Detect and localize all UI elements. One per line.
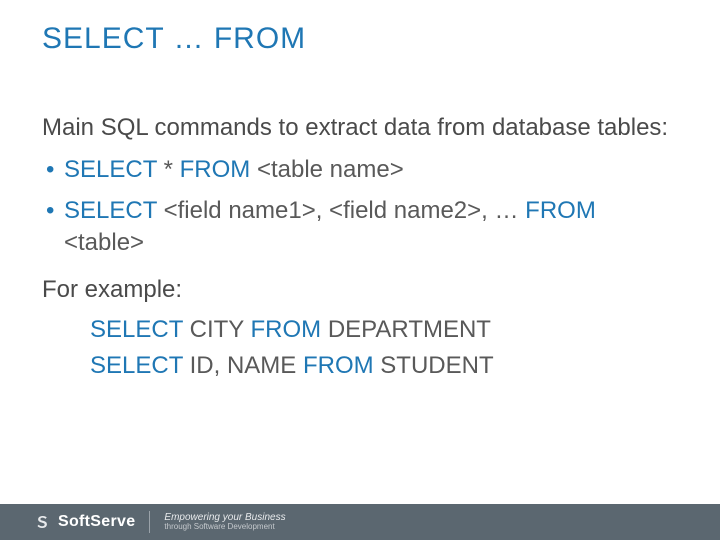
- bullet-list: SELECT * FROM <table name> SELECT <field…: [42, 154, 678, 259]
- lead-text: Main SQL commands to extract data from d…: [42, 112, 678, 144]
- footer-bar: SoftServe Empowering your Business throu…: [0, 504, 720, 540]
- text-segment: CITY: [190, 316, 251, 343]
- footer-tagline-line2: through Software Development: [164, 523, 285, 532]
- softserve-logo-icon: [34, 513, 52, 531]
- keyword-from: FROM: [303, 352, 380, 379]
- slide-title: SELECT … FROM: [42, 22, 306, 56]
- list-item: SELECT * FROM <table name>: [42, 154, 678, 186]
- example-line: SELECT CITY FROM DEPARTMENT: [90, 314, 678, 346]
- examples-block: SELECT CITY FROM DEPARTMENT SELECT ID, N…: [42, 314, 678, 383]
- keyword-select: SELECT: [90, 352, 190, 379]
- for-example-label: For example:: [42, 274, 678, 306]
- text-segment: <field name1>, <field name2>, …: [164, 197, 526, 224]
- keyword-select: SELECT: [64, 156, 164, 183]
- example-line: SELECT ID, NAME FROM STUDENT: [90, 350, 678, 382]
- keyword-select: SELECT: [64, 197, 164, 224]
- text-segment: <table>: [64, 229, 144, 256]
- text-segment: *: [164, 156, 180, 183]
- keyword-from: FROM: [525, 197, 596, 224]
- footer-brand: SoftServe: [58, 513, 135, 531]
- text-segment: <table name>: [257, 156, 404, 183]
- text-segment: ID, NAME: [190, 352, 303, 379]
- list-item: SELECT <field name1>, <field name2>, … F…: [42, 195, 678, 260]
- keyword-from: FROM: [251, 316, 328, 343]
- text-segment: STUDENT: [380, 352, 493, 379]
- keyword-select: SELECT: [90, 316, 190, 343]
- footer-tagline: Empowering your Business through Softwar…: [164, 512, 285, 532]
- keyword-from: FROM: [180, 156, 257, 183]
- slide-body: Main SQL commands to extract data from d…: [42, 112, 678, 387]
- text-segment: DEPARTMENT: [328, 316, 491, 343]
- slide: SELECT … FROM Main SQL commands to extra…: [0, 0, 720, 540]
- footer-divider: [149, 511, 150, 533]
